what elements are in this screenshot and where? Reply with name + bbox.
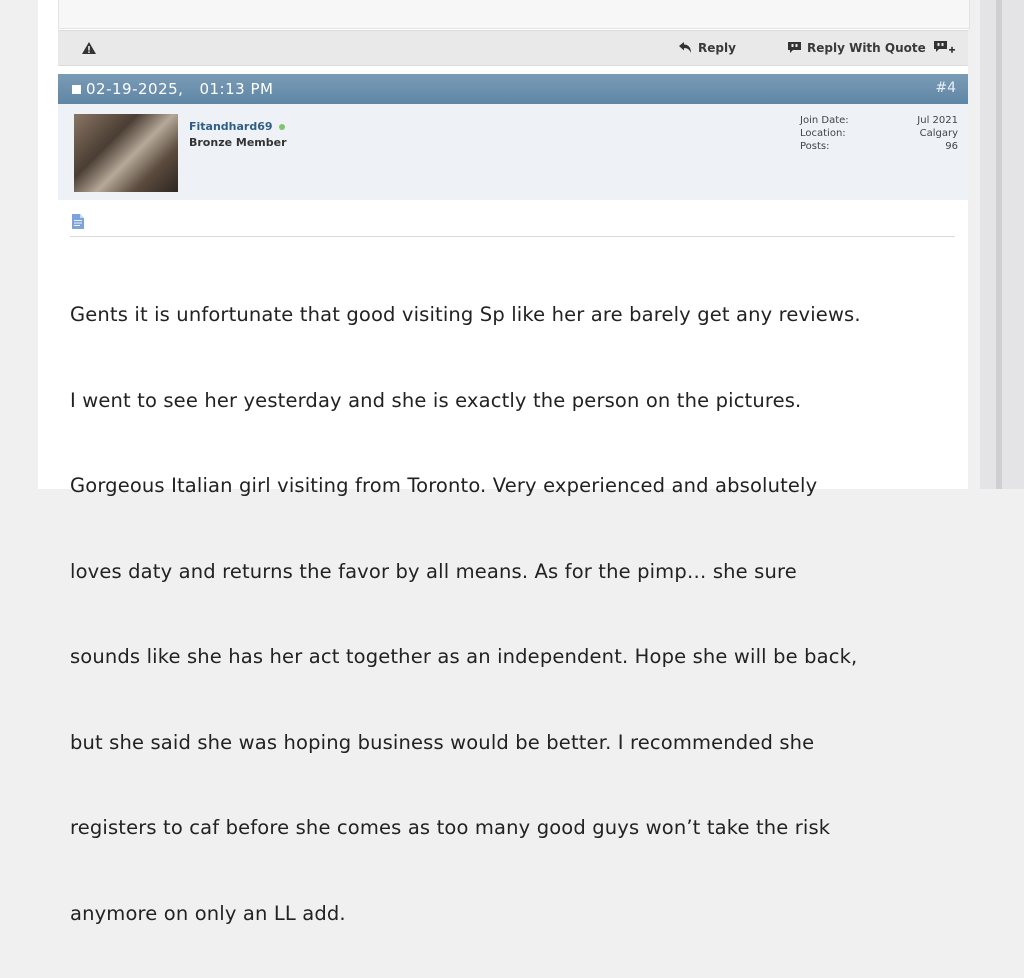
- stat-label: Posts:: [800, 141, 830, 152]
- stat-posts: Posts: 96: [800, 140, 958, 153]
- scrollbar-track[interactable]: [996, 0, 1002, 489]
- stat-location: Location: Calgary: [800, 127, 958, 140]
- browser-gutter: [980, 0, 1024, 489]
- stat-label: Location:: [800, 128, 846, 139]
- message-line: anymore on only an LL add.: [70, 901, 346, 925]
- post-status-icon: [72, 84, 81, 94]
- report-warning-icon[interactable]: [82, 42, 96, 54]
- multi-quote-icon: [934, 41, 955, 53]
- user-stats: Join Date: Jul 2021 Location: Calgary Po…: [800, 114, 958, 153]
- message-line: loves daty and returns the favor by all …: [70, 559, 797, 583]
- stat-join-date: Join Date: Jul 2021: [800, 114, 958, 127]
- quote-bubble-icon: [788, 42, 801, 53]
- reply-with-quote-label: Reply With Quote: [807, 41, 926, 55]
- message-line: Gents it is unfortunate that good visiti…: [70, 303, 861, 326]
- username-link[interactable]: Fitandhard69: [189, 120, 285, 133]
- post-date-text: 02-19-2025,: [86, 80, 184, 98]
- post-number-link[interactable]: #4: [935, 80, 956, 96]
- previous-post-bottom: [58, 0, 970, 29]
- user-rank: Bronze Member: [189, 136, 287, 149]
- stat-value: 96: [945, 141, 958, 152]
- reply-button[interactable]: Reply: [678, 39, 736, 57]
- avatar[interactable]: [74, 114, 178, 192]
- reply-label: Reply: [698, 41, 736, 55]
- stat-value: Calgary: [919, 128, 958, 139]
- post-time-text: 01:13 PM: [199, 80, 274, 98]
- post-message: Gents it is unfortunate that good visiti…: [70, 244, 965, 978]
- message-line: but she said she was hoping business wou…: [70, 730, 815, 754]
- multi-quote-button[interactable]: [934, 39, 962, 57]
- post-body: Gents it is unfortunate that good visiti…: [58, 200, 968, 925]
- message-line: registers to caf before she comes as too…: [70, 816, 831, 839]
- username-text: Fitandhard69: [189, 120, 273, 133]
- forum-page: Reply Reply With Quote 02-19-2025, 01:13…: [38, 0, 970, 925]
- post-document-icon: [72, 214, 84, 229]
- message-line: sounds like she has her act together as …: [70, 645, 858, 668]
- reply-with-quote-button[interactable]: Reply With Quote: [788, 39, 926, 57]
- post-date: 02-19-2025, 01:13 PM: [72, 80, 273, 98]
- stat-value: Jul 2021: [917, 115, 958, 126]
- reply-arrow-icon: [679, 42, 691, 53]
- user-info-panel: Fitandhard69 Bronze Member Join Date: Ju…: [58, 104, 968, 201]
- post-divider: [70, 236, 955, 237]
- post-header: 02-19-2025, 01:13 PM #4: [58, 74, 968, 104]
- stat-label: Join Date:: [800, 115, 849, 126]
- post-action-bar: Reply Reply With Quote: [58, 30, 968, 66]
- online-status-icon: [278, 123, 285, 130]
- message-line: I went to see her yesterday and she is e…: [70, 388, 802, 412]
- message-line: Gorgeous Italian girl visiting from Toro…: [70, 474, 818, 497]
